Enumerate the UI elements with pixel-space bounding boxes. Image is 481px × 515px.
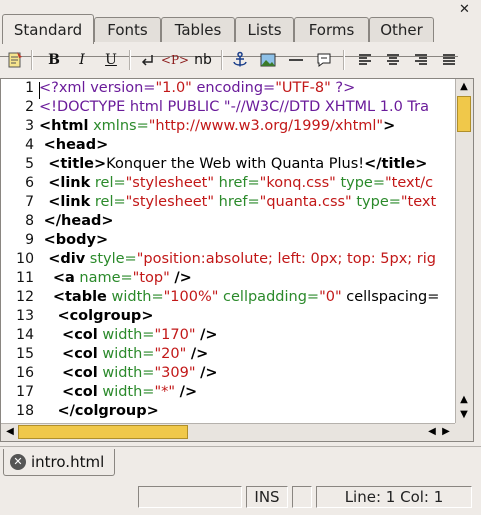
line-number: 18 bbox=[16, 403, 34, 419]
status-modified bbox=[292, 486, 312, 508]
document-tab-label: intro.html bbox=[31, 453, 105, 471]
code-editor[interactable]: 1 2 3 4 5 6 7 8 9 10 11 12 13 14 15 16 1… bbox=[0, 78, 474, 442]
code-line: <table width="100%" cellpadding="0" cell… bbox=[52, 289, 440, 305]
paragraph-button[interactable]: <P> bbox=[161, 48, 189, 72]
tab-standard[interactable]: Standard bbox=[2, 14, 94, 44]
code-line: <?xml version="1.0" encoding="UTF-8" ?> bbox=[39, 80, 356, 96]
code-line: <head> bbox=[43, 137, 109, 153]
toolbar-tabbar: Standard Fonts Tables Lists Forms Other bbox=[0, 14, 458, 57]
line-number: 8 bbox=[25, 213, 34, 229]
code-line: <div style="position:absolute; left: 0px… bbox=[48, 251, 436, 267]
line-number: 3 bbox=[25, 118, 34, 134]
line-number: 9 bbox=[25, 232, 34, 248]
anchor-icon[interactable] bbox=[229, 48, 251, 72]
line-number: 14 bbox=[16, 327, 34, 343]
code-line: <col width="20" /> bbox=[62, 346, 209, 362]
code-line: <title>Konquer the Web with Quanta Plus!… bbox=[48, 156, 428, 172]
scroll-down-icon[interactable]: ▼ bbox=[456, 408, 472, 422]
code-line: <col width="309" /> bbox=[62, 365, 218, 381]
comment-icon[interactable] bbox=[313, 48, 335, 72]
tab-fonts[interactable]: Fonts bbox=[94, 17, 161, 42]
toolbar-separator bbox=[343, 50, 345, 70]
document-tabbar: ✕ intro.html bbox=[0, 446, 481, 479]
underline-button[interactable]: U bbox=[100, 48, 122, 72]
tab-lists[interactable]: Lists bbox=[235, 17, 294, 42]
status-bar: INS Line: 1 Col: 1 bbox=[0, 484, 481, 515]
code-line: <link rel="stylesheet" href="quanta.css"… bbox=[48, 194, 437, 210]
line-number: 15 bbox=[16, 346, 34, 362]
horizontal-scrollbar[interactable]: ◀ ◀ ▶ bbox=[1, 423, 455, 441]
cursor-position: Line: 1 Col: 1 bbox=[316, 486, 472, 508]
line-number: 10 bbox=[16, 251, 34, 267]
line-break-icon[interactable] bbox=[136, 48, 158, 72]
code-line: </colgroup> bbox=[57, 403, 159, 419]
code-line: <col width="170" /> bbox=[62, 327, 218, 343]
align-left-icon[interactable] bbox=[354, 48, 376, 72]
code-line: <colgroup> bbox=[57, 308, 154, 324]
code-line: <!DOCTYPE html PUBLIC "-//W3C//DTD XHTML… bbox=[39, 99, 429, 115]
code-line: <link rel="stylesheet" href="konq.css" t… bbox=[48, 175, 434, 191]
document-tab[interactable]: ✕ intro.html bbox=[3, 449, 115, 476]
standard-toolbar: B I U <P> nb bbox=[0, 46, 481, 74]
line-number: 2 bbox=[25, 99, 34, 115]
scroll-corner bbox=[455, 423, 473, 441]
line-number: 5 bbox=[25, 156, 34, 172]
italic-button[interactable]: I bbox=[71, 48, 93, 72]
insert-mode-indicator: INS bbox=[246, 486, 288, 508]
vertical-scrollbar[interactable]: ▲ ▲ ▼ bbox=[455, 79, 473, 424]
image-icon[interactable] bbox=[257, 48, 279, 72]
close-doc-icon[interactable]: ✕ bbox=[10, 454, 26, 470]
align-right-icon[interactable] bbox=[410, 48, 432, 72]
horizontal-scroll-thumb[interactable] bbox=[18, 425, 188, 439]
tab-forms[interactable]: Forms bbox=[294, 17, 369, 42]
tab-tables[interactable]: Tables bbox=[161, 17, 235, 42]
align-justify-icon[interactable] bbox=[438, 48, 460, 72]
toolbar-separator bbox=[129, 50, 131, 70]
status-message bbox=[138, 486, 242, 508]
scroll-left-icon[interactable]: ◀ bbox=[2, 425, 18, 439]
horizontal-rule-icon[interactable] bbox=[285, 48, 307, 72]
quick-start-icon[interactable] bbox=[4, 48, 26, 72]
close-icon[interactable]: ✕ bbox=[459, 2, 470, 17]
nbsp-button[interactable]: nb bbox=[192, 48, 214, 72]
toolbar-separator bbox=[31, 50, 33, 70]
line-number: 4 bbox=[25, 137, 34, 153]
line-number: 16 bbox=[16, 365, 34, 381]
scroll-up-icon[interactable]: ▲ bbox=[456, 393, 472, 407]
line-number: 7 bbox=[25, 194, 34, 210]
scroll-right-icon[interactable]: ▶ bbox=[438, 425, 454, 439]
line-number: 17 bbox=[16, 384, 34, 400]
code-area[interactable]: <?xml version="1.0" encoding="UTF-8" ?> … bbox=[39, 79, 454, 424]
line-number: 12 bbox=[16, 289, 34, 305]
bold-button[interactable]: B bbox=[43, 48, 65, 72]
scroll-up-icon[interactable]: ▲ bbox=[456, 80, 472, 94]
tab-other[interactable]: Other bbox=[369, 17, 434, 42]
align-center-icon[interactable] bbox=[382, 48, 404, 72]
text-cursor bbox=[39, 82, 40, 99]
code-line: <html xmlns="http://www.w3.org/1999/xhtm… bbox=[39, 118, 396, 134]
line-number: 6 bbox=[25, 175, 34, 191]
line-number: 13 bbox=[16, 308, 34, 324]
line-number-gutter: 1 2 3 4 5 6 7 8 9 10 11 12 13 14 15 16 1… bbox=[1, 79, 37, 424]
toolbar-separator bbox=[221, 50, 223, 70]
code-line: <col width="*" /> bbox=[62, 384, 198, 400]
vertical-scroll-thumb[interactable] bbox=[457, 96, 471, 132]
line-number: 1 bbox=[25, 80, 34, 96]
code-line: <body> bbox=[43, 232, 109, 248]
code-line: <a name="top" /> bbox=[52, 270, 192, 286]
code-line: </head> bbox=[43, 213, 114, 229]
line-number: 11 bbox=[16, 270, 34, 286]
